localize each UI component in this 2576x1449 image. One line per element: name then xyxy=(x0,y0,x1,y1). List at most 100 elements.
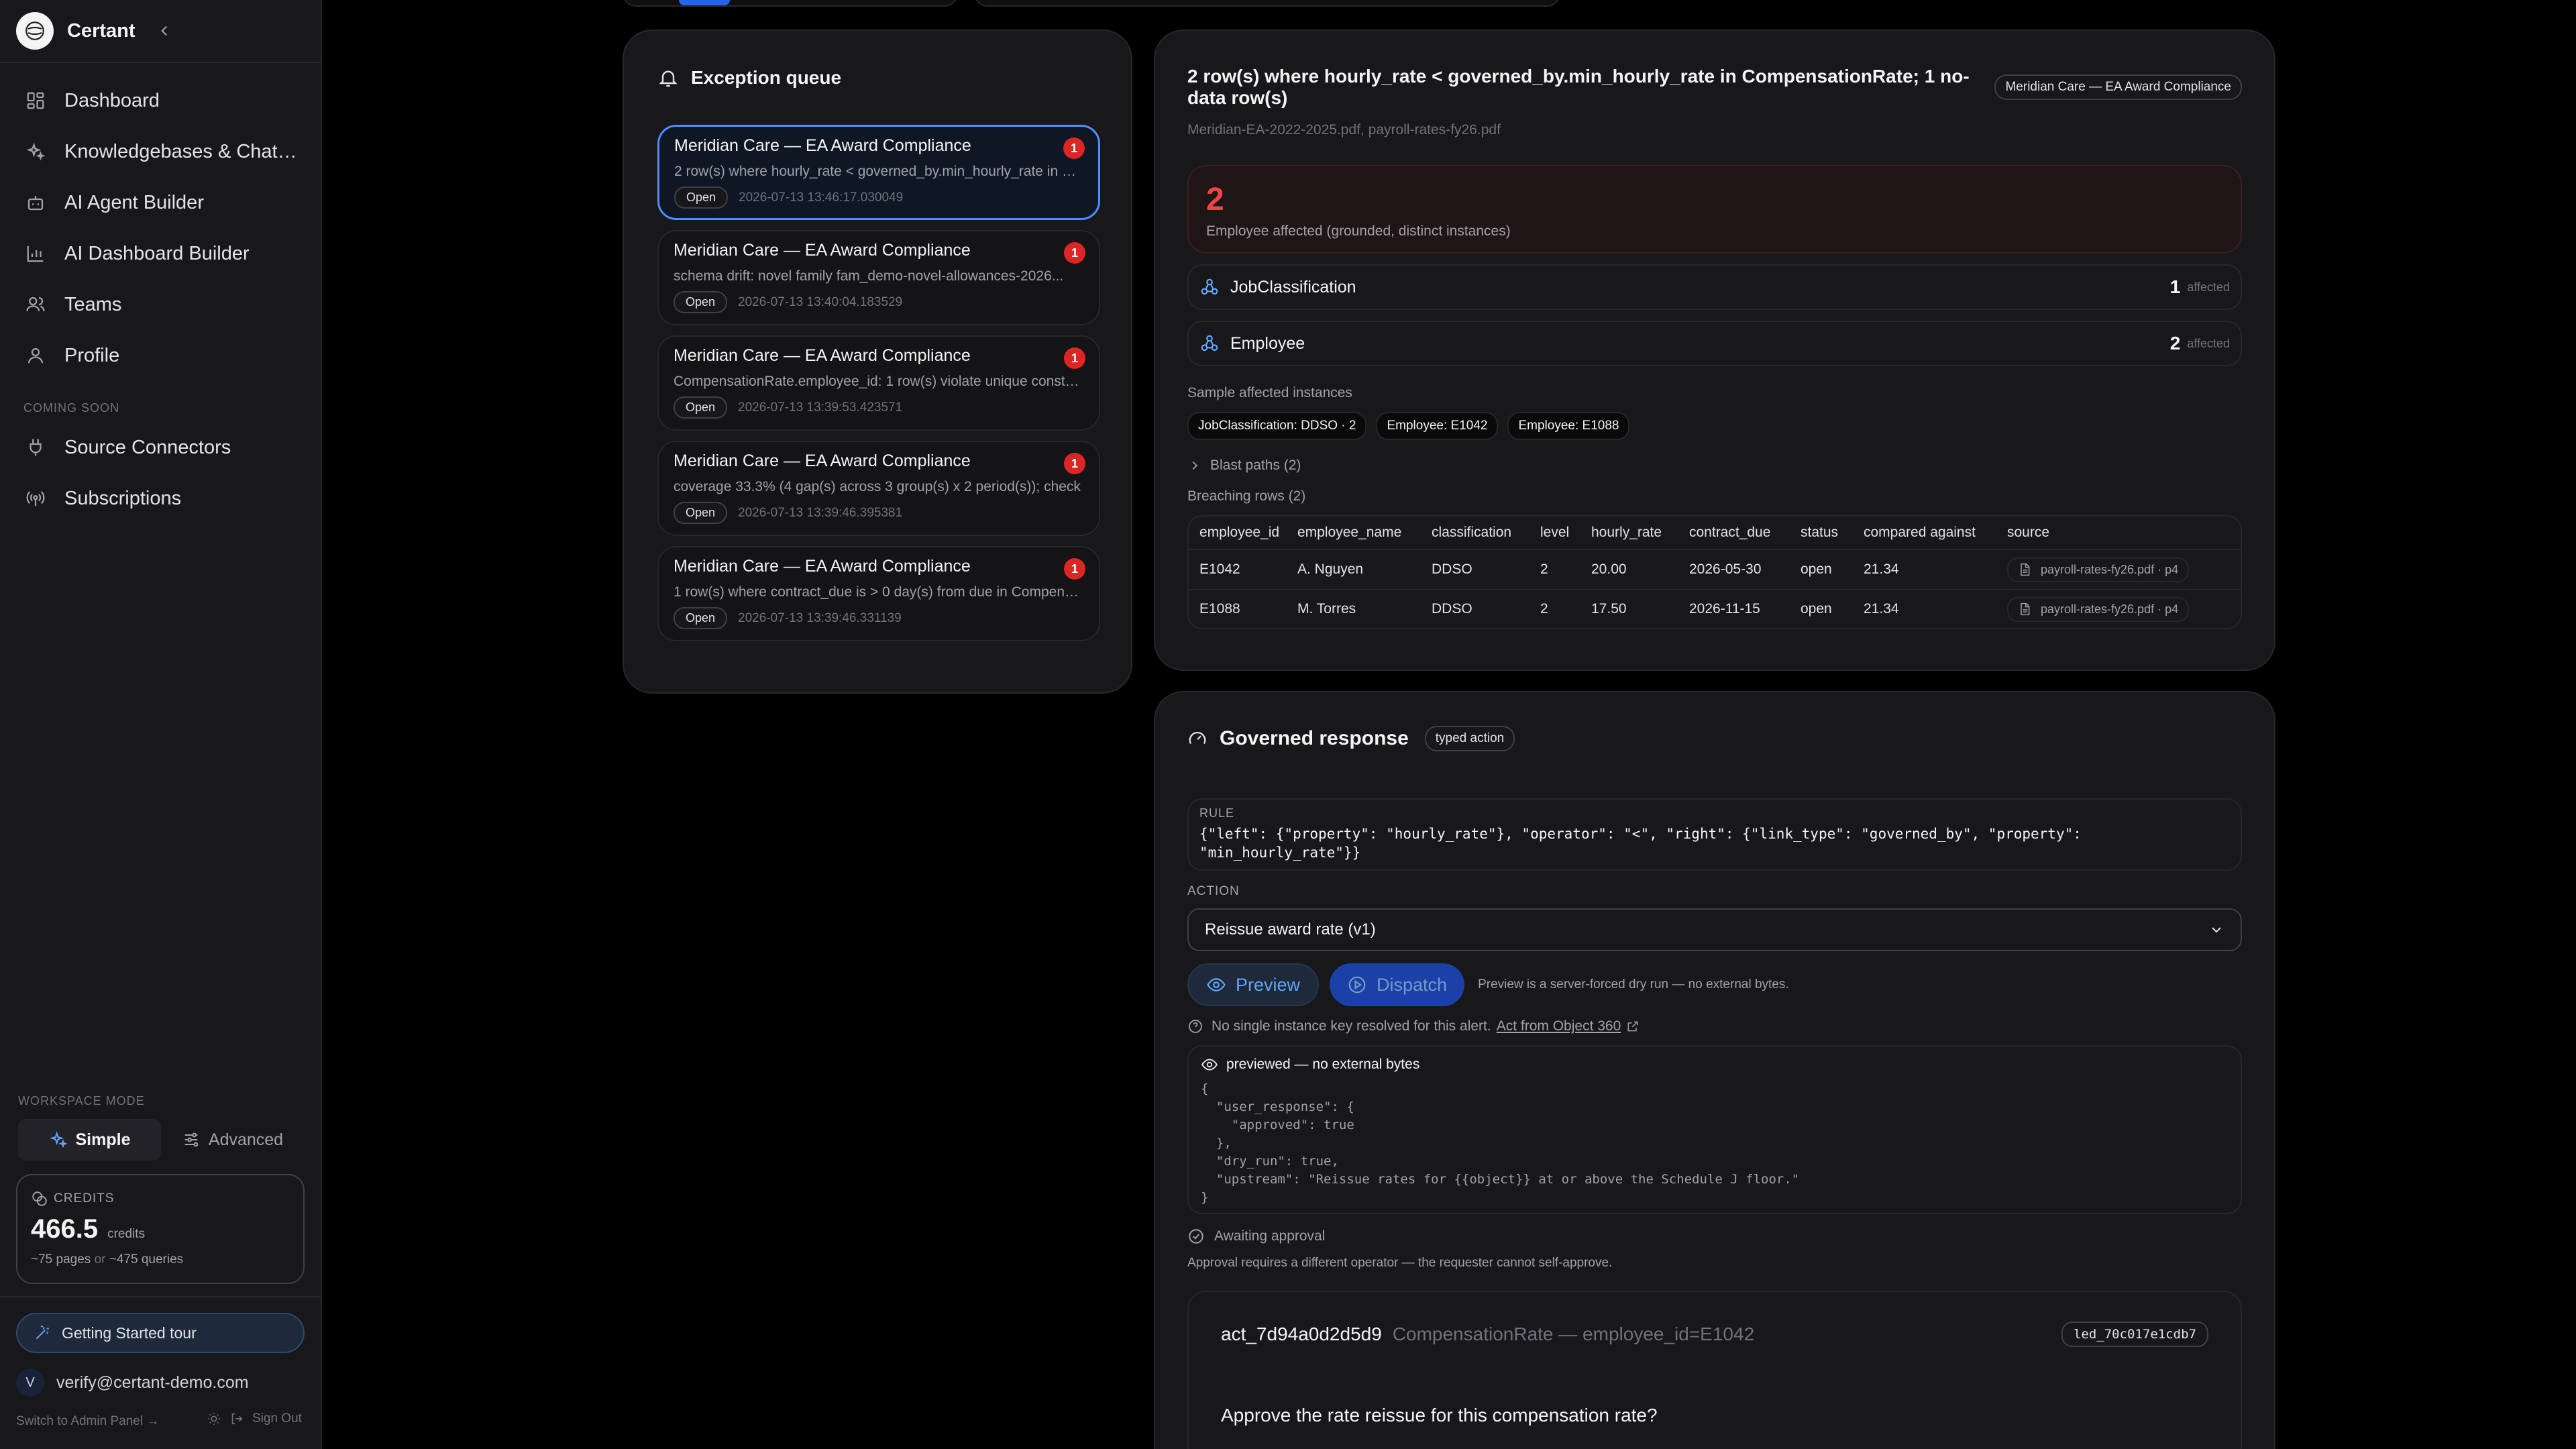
eye-icon xyxy=(1201,1059,1218,1071)
nav-profile[interactable]: Profile xyxy=(0,330,321,381)
exception-timestamp: 2026-07-13 13:40:04.183529 xyxy=(738,294,903,309)
count-badge: 1 xyxy=(1064,242,1085,264)
exception-description: 2 row(s) where hourly_rate < governed_by… xyxy=(674,164,1083,179)
affected-type-row[interactable]: JobClassification 1 affected xyxy=(1187,264,2242,310)
credits-or: or xyxy=(94,1252,106,1267)
dispatch-button[interactable]: Dispatch xyxy=(1330,963,1465,1006)
table-cell: 21.34 xyxy=(1864,601,1899,616)
exception-description: 1 row(s) where contract_due is > 0 day(s… xyxy=(674,584,1083,600)
exception-item[interactable]: Meridian Care — EA Award Compliance cove… xyxy=(657,441,1100,536)
status-badge: Open xyxy=(674,291,728,313)
brand-header: Certant xyxy=(0,0,321,63)
nav-label: Source Connectors xyxy=(64,436,231,458)
dashboard-icon xyxy=(25,91,46,111)
approval-header: act_7d94a0d2d5d9 CompensationRate — empl… xyxy=(1221,1322,2208,1347)
nav-label: Teams xyxy=(64,293,122,315)
affected-type-row[interactable]: Employee 2 affected xyxy=(1187,321,2242,366)
nav-ai-agent-builder[interactable]: AI Agent Builder xyxy=(0,177,321,228)
main-nav: Dashboard Knowledgebases & Chatbots AI A… xyxy=(0,63,321,524)
exception-title: Meridian Care — EA Award Compliance xyxy=(674,451,971,470)
app-name: Certant xyxy=(67,19,136,42)
table-cell: E1088 xyxy=(1199,601,1240,616)
nav-knowledgebases[interactable]: Knowledgebases & Chatbots xyxy=(0,126,321,177)
nav-dashboard[interactable]: Dashboard xyxy=(0,75,321,126)
affected-label: Employee affected (grounded, distinct in… xyxy=(1206,223,1511,239)
exception-item[interactable]: Meridian Care — EA Award Compliance 2 ro… xyxy=(657,125,1100,220)
detail-title-row: 2 row(s) where hourly_rate < governed_by… xyxy=(1187,66,2242,109)
affected-type-count: 2 xyxy=(2169,333,2181,354)
blast-paths-toggle[interactable]: Blast paths (2) xyxy=(1187,458,2242,474)
instance-chip[interactable]: Employee: E1088 xyxy=(1507,412,1630,440)
status-badge: Open xyxy=(674,607,728,629)
play-circle-icon xyxy=(1348,976,1366,994)
workspace-mode-label: WORKSPACE MODE xyxy=(18,1094,145,1108)
preview-label: Preview xyxy=(1236,974,1301,995)
getting-started-tour-button[interactable]: Getting Started tour xyxy=(16,1313,305,1353)
nav-label: AI Dashboard Builder xyxy=(64,242,250,264)
rule-text: {"left": {"property": "hourly_rate"}, "o… xyxy=(1199,826,2082,861)
nav-label: AI Agent Builder xyxy=(64,191,204,213)
table-cell: M. Torres xyxy=(1297,601,1356,616)
table-cell: 20.00 xyxy=(1591,561,1627,577)
preview-json: { "user_response": { "approved": true },… xyxy=(1201,1081,1800,1205)
nav-label: Subscriptions xyxy=(64,487,182,509)
ledger-id-badge[interactable]: led_70c017e1cdb7 xyxy=(2061,1322,2208,1347)
help-circle-icon xyxy=(1189,1020,1202,1033)
mode-simple-button[interactable]: Simple xyxy=(18,1119,161,1161)
bot-icon xyxy=(25,193,46,213)
logout-icon xyxy=(231,1413,243,1425)
table-cell: DDSO xyxy=(1432,601,1472,616)
table-cell: 2 xyxy=(1540,561,1548,577)
sample-label: Sample affected instances xyxy=(1187,385,1352,400)
instance-note: No single instance key resolved for this… xyxy=(1212,1018,1491,1034)
nav-label: Dashboard xyxy=(64,89,160,111)
top-tab-strip[interactable] xyxy=(623,0,958,7)
column-header: level xyxy=(1540,525,1570,540)
check-circle-icon xyxy=(1189,1229,1203,1244)
source-chip[interactable]: payroll-rates-fy26.pdf · p4 xyxy=(2007,596,2190,622)
nav-teams[interactable]: Teams xyxy=(0,279,321,330)
action-select[interactable]: Reissue award rate (v1) xyxy=(1187,908,2242,951)
sun-icon[interactable] xyxy=(207,1411,221,1426)
object-360-link[interactable]: Act from Object 360 xyxy=(1497,1018,1621,1034)
nav-subscriptions[interactable]: Subscriptions xyxy=(0,473,321,524)
gauge-icon xyxy=(1189,732,1206,745)
nav-source-connectors[interactable]: Source Connectors xyxy=(0,422,321,473)
source-label: payroll-rates-fy26.pdf · p4 xyxy=(2041,602,2179,616)
exception-item[interactable]: Meridian Care — EA Award Compliance 1 ro… xyxy=(657,546,1100,641)
instance-chip[interactable]: JobClassification: DDSO · 2 xyxy=(1187,412,1367,440)
top-filter-bar[interactable] xyxy=(974,0,1560,7)
instance-note-row: No single instance key resolved for this… xyxy=(1187,1018,2242,1034)
column-header: employee_id xyxy=(1199,525,1280,540)
object-type-icon xyxy=(1201,278,1218,295)
credits-card[interactable]: CREDITS 466.5 credits ~75 pages or ~475 … xyxy=(16,1174,305,1284)
exception-timestamp: 2026-07-13 13:46:17.030049 xyxy=(739,190,904,205)
action-label: ACTION xyxy=(1187,884,1240,898)
exception-queue-header: Exception queue xyxy=(641,31,1114,125)
user-account[interactable]: V verify@certant-demo.com xyxy=(16,1368,249,1397)
collapse-sidebar-icon[interactable] xyxy=(154,21,174,41)
radio-icon xyxy=(25,488,46,508)
switch-admin-link[interactable]: Switch to Admin Panel → xyxy=(16,1414,159,1429)
sign-out-button[interactable]: Sign Out xyxy=(207,1411,302,1426)
table-cell: 21.34 xyxy=(1864,561,1899,577)
credits-estimate: ~75 pages or ~475 queries xyxy=(31,1252,290,1267)
column-header: contract_due xyxy=(1689,525,1771,540)
mode-advanced-button[interactable]: Advanced xyxy=(161,1119,304,1161)
instance-chip[interactable]: Employee: E1042 xyxy=(1376,412,1499,440)
credits-unit: credits xyxy=(107,1227,146,1241)
table-cell: 2 xyxy=(1540,601,1548,616)
certant-logo[interactable] xyxy=(16,12,54,50)
affected-summary: 2 Employee affected (grounded, distinct … xyxy=(1187,165,2242,254)
count-badge: 1 xyxy=(1064,453,1085,474)
exception-item[interactable]: Meridian Care — EA Award Compliance sche… xyxy=(657,230,1100,325)
dispatch-label: Dispatch xyxy=(1377,974,1448,995)
governed-response-title: Governed response xyxy=(1220,727,1409,749)
preview-result-title: previewed — no external bytes xyxy=(1226,1057,1420,1072)
preview-button[interactable]: Preview xyxy=(1187,963,1320,1006)
nav-ai-dashboard-builder[interactable]: AI Dashboard Builder xyxy=(0,228,321,279)
source-chip[interactable]: payroll-rates-fy26.pdf · p4 xyxy=(2007,557,2190,582)
exception-item[interactable]: Meridian Care — EA Award Compliance Comp… xyxy=(657,335,1100,431)
eye-icon xyxy=(1207,978,1226,991)
column-header: source xyxy=(2007,525,2050,540)
